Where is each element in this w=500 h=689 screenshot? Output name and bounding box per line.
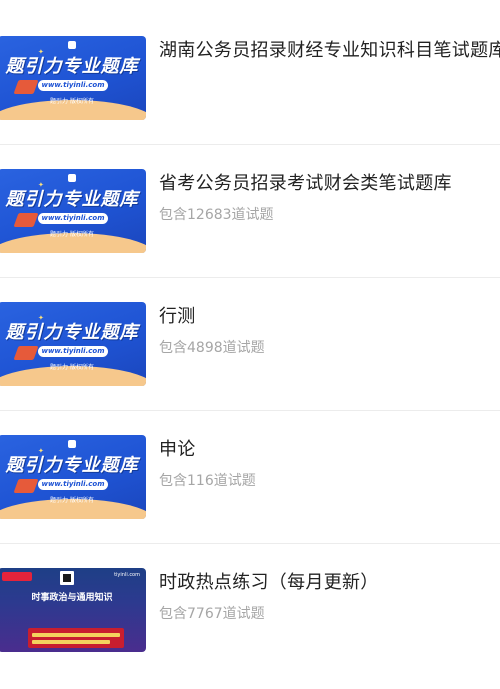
thumbnail-brand-text: 题引力专业题库 (5, 455, 139, 476)
brand-logo (52, 40, 92, 50)
item-info: 湖南公务员招录财经专业知识科目笔试题库 (159, 38, 500, 64)
item-info: 申论 包含116道试题 (159, 437, 500, 491)
qr-code-icon (60, 571, 74, 585)
thumbnail-tagline: 题引力 版权所有 (50, 364, 94, 371)
question-bank-list: ✦ 题引力专业题库 www.tiyinli.com 题引力 版权所有 湖南公务员… (0, 0, 500, 689)
item-title[interactable]: 申论 (159, 437, 500, 463)
item-thumbnail[interactable]: ✦ 题引力专业题库 www.tiyinli.com 题引力 版权所有 (0, 169, 146, 253)
item-title[interactable]: 湖南公务员招录财经专业知识科目笔试题库 (159, 38, 500, 64)
thumbnail-brand-text: 题引力专业题库 (5, 56, 139, 77)
thumbnail-brand-text: 题引力专业题库 (5, 189, 139, 210)
list-item[interactable]: ✦ 题引力专业题库 www.tiyinli.com 题引力 版权所有 行测 包含… (0, 278, 500, 411)
thumbnail-url: www.tiyinli.com (38, 479, 108, 490)
item-question-count: 包含4898道试题 (159, 340, 265, 356)
brand-logo (52, 439, 92, 449)
thumbnail-tagline: 题引力 版权所有 (50, 231, 94, 238)
item-title[interactable]: 省考公务员招录考试财会类笔试题库 (159, 171, 500, 197)
thumbnail-url: www.tiyinli.com (38, 80, 108, 91)
item-thumbnail[interactable]: tiyinli.com 时事政治与通用知识 (0, 568, 146, 652)
thumbnail-info-panel (28, 628, 124, 648)
book-icon (13, 213, 39, 227)
list-item[interactable]: ✦ 题引力专业题库 www.tiyinli.com 题引力 版权所有 申论 包含… (0, 411, 500, 544)
book-icon (13, 479, 39, 493)
brand-logo (52, 173, 92, 183)
item-info: 省考公务员招录考试财会类笔试题库 包含12683道试题 (159, 171, 500, 225)
thumbnail-tagline: 题引力 版权所有 (50, 497, 94, 504)
item-question-count: 包含116道试题 (159, 473, 256, 489)
category-badge (2, 572, 32, 581)
thumbnail-site: tiyinli.com (114, 572, 140, 578)
list-item[interactable]: ✦ 题引力专业题库 www.tiyinli.com 题引力 版权所有 湖南公务员… (0, 0, 500, 145)
item-thumbnail[interactable]: ✦ 题引力专业题库 www.tiyinli.com 题引力 版权所有 (0, 36, 146, 120)
item-info: 时政热点练习（每月更新） 包含7767道试题 (159, 570, 500, 624)
thumbnail-headline: 时事政治与通用知识 (31, 593, 113, 603)
thumbnail-brand-text: 题引力专业题库 (5, 322, 139, 343)
item-title[interactable]: 行测 (159, 304, 500, 330)
item-thumbnail[interactable]: ✦ 题引力专业题库 www.tiyinli.com 题引力 版权所有 (0, 435, 146, 519)
book-icon (13, 80, 39, 94)
item-title[interactable]: 时政热点练习（每月更新） (159, 570, 500, 596)
thumbnail-url: www.tiyinli.com (38, 213, 108, 224)
thumbnail-url: www.tiyinli.com (38, 346, 108, 357)
book-icon (13, 346, 39, 360)
thumbnail-tagline: 题引力 版权所有 (50, 98, 94, 105)
item-question-count: 包含7767道试题 (159, 606, 265, 622)
item-thumbnail[interactable]: ✦ 题引力专业题库 www.tiyinli.com 题引力 版权所有 (0, 302, 146, 386)
item-info: 行测 包含4898道试题 (159, 304, 500, 358)
list-item[interactable]: ✦ 题引力专业题库 www.tiyinli.com 题引力 版权所有 省考公务员… (0, 145, 500, 278)
item-question-count: 包含12683道试题 (159, 207, 274, 223)
list-item[interactable]: tiyinli.com 时事政治与通用知识 时政热点练习（每月更新） 包含776… (0, 544, 500, 677)
